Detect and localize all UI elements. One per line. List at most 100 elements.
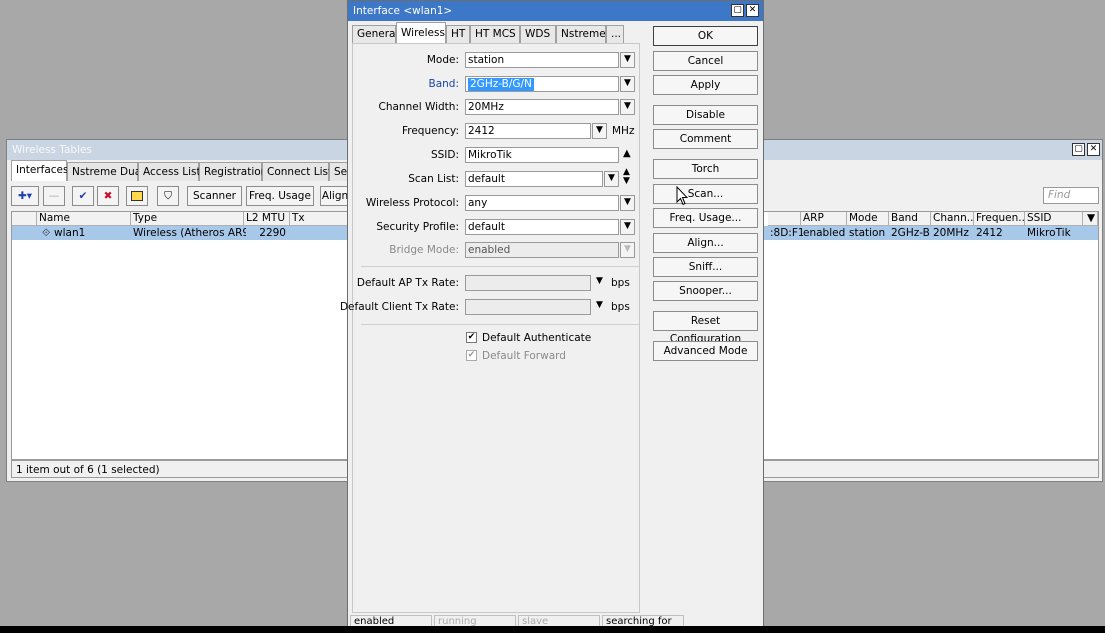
check-icon: ✔ [78, 190, 88, 202]
wireless-tab-panel: Mode: station ▼ Band: 2GHz-B/G/N ▼ Chann… [340, 43, 640, 613]
apply-button[interactable]: Apply [653, 75, 758, 95]
default-ap-tx-rate-label: Default AP Tx Rate: [356, 277, 459, 289]
interface-dialog-titlebar[interactable]: Interface <wlan1> ▢ ✕ [348, 1, 763, 21]
close-icon[interactable]: ✕ [746, 4, 759, 17]
align-button[interactable]: Align [320, 186, 350, 206]
tab-more[interactable]: ... [606, 25, 624, 43]
freq-usage-button[interactable]: Freq. Usage... [653, 208, 758, 228]
filter-button[interactable]: ⛉ [157, 186, 179, 206]
maximize-icon[interactable]: ▢ [731, 4, 744, 17]
tab-access-list[interactable]: Access List [138, 162, 201, 181]
default-authenticate-checkbox[interactable]: ✔ [466, 332, 477, 343]
find-input[interactable]: Find [1043, 187, 1099, 204]
default-ap-tx-rate-unit: bps [611, 277, 630, 289]
tab-connect-list[interactable]: Connect List [262, 162, 332, 181]
enable-button[interactable]: ✔ [72, 186, 94, 206]
up-down-arrows-icon[interactable]: ▲ ▼ [623, 168, 630, 186]
torch-button[interactable]: Torch [653, 159, 758, 179]
tab-wds[interactable]: WDS [520, 25, 556, 43]
disable-button[interactable]: ✖ [97, 186, 119, 206]
default-client-tx-rate-input[interactable] [465, 299, 591, 315]
minus-icon: — [48, 190, 60, 202]
band-select[interactable]: 2GHz-B/G/N [465, 76, 619, 92]
frequency-dropdown-icon[interactable]: ▼ [592, 123, 607, 139]
expand-down-icon[interactable]: ▼ [596, 300, 603, 310]
default-authenticate-label: Default Authenticate [482, 332, 592, 344]
bridge-mode-select[interactable]: enabled [465, 242, 619, 258]
column-header-name[interactable]: Name [37, 212, 131, 226]
column-header-ssid[interactable]: SSID [1025, 212, 1083, 226]
default-ap-tx-rate-input[interactable] [465, 275, 591, 291]
expand-down-icon[interactable]: ▼ [596, 276, 603, 286]
column-header-blank[interactable] [12, 212, 37, 226]
plus-icon: ✚▾ [17, 190, 33, 202]
cell-frequency: 2412 [976, 227, 1003, 239]
column-header-l2mtu[interactable]: L2 MTU [244, 212, 290, 226]
scan-button[interactable]: Scan... [653, 184, 758, 204]
add-button[interactable]: ✚▾ [11, 186, 39, 206]
collapse-up-icon[interactable]: ▲ [623, 148, 631, 159]
filter-icon: ⛉ [164, 190, 172, 202]
separator [361, 266, 639, 267]
wireless-protocol-select[interactable]: any [465, 195, 619, 211]
comment-button[interactable]: Comment [653, 129, 758, 149]
cell-mode: station [849, 227, 886, 239]
ok-button[interactable]: OK [653, 26, 758, 46]
scan-list-dropdown-icon[interactable]: ▼ [604, 171, 619, 187]
column-header-type[interactable]: Type [131, 212, 244, 226]
close-icon[interactable]: ✕ [1087, 143, 1100, 156]
comment-button[interactable] [126, 186, 148, 206]
disable-button[interactable]: Disable [653, 105, 758, 125]
reset-configuration-button[interactable]: Reset Configuration [653, 311, 758, 345]
wireless-protocol-dropdown-icon[interactable]: ▼ [620, 195, 635, 211]
freq-usage-button[interactable]: Freq. Usage [246, 186, 314, 206]
tab-ht[interactable]: HT [446, 25, 470, 43]
band-label: Band: [428, 78, 460, 90]
tab-nstreme[interactable]: Nstreme [556, 25, 606, 43]
column-header-arp[interactable]: ARP [801, 212, 847, 226]
mode-dropdown-icon[interactable]: ▼ [620, 52, 635, 68]
mouse-cursor-icon [676, 186, 688, 206]
remove-button[interactable]: — [43, 186, 65, 206]
advanced-mode-button[interactable]: Advanced Mode [653, 341, 758, 361]
tab-wireless[interactable]: Wireless [396, 22, 446, 44]
cell-channel: 20MHz [933, 227, 969, 239]
snooper-button[interactable]: Snooper... [653, 281, 758, 301]
band-dropdown-icon[interactable]: ▼ [620, 76, 635, 92]
column-header-mac[interactable] [768, 212, 801, 226]
tab-nstreme-dual[interactable]: Nstreme Dual [67, 162, 144, 181]
channel-width-label: Channel Width: [378, 101, 460, 113]
wireless-protocol-label: Wireless Protocol: [365, 197, 459, 209]
cell-arp: enabled [803, 227, 846, 239]
tab-registration[interactable]: Registration [199, 162, 267, 181]
cell-mac: :8D:F1 [770, 227, 803, 239]
column-header-band[interactable]: Band [889, 212, 931, 226]
maximize-icon[interactable]: ▢ [1072, 143, 1085, 156]
align-button[interactable]: Align... [653, 233, 758, 253]
default-client-tx-rate-label: Default Client Tx Rate: [339, 301, 459, 313]
scanner-button[interactable]: Scanner [187, 186, 242, 206]
tab-general[interactable]: General [352, 25, 398, 43]
bridge-mode-dropdown-icon[interactable]: ▼ [620, 242, 635, 258]
cell-l2mtu: 2290 [259, 227, 286, 239]
channel-width-select[interactable]: 20MHz [465, 99, 619, 115]
sniff-button[interactable]: Sniff... [653, 257, 758, 277]
frequency-unit: MHz [612, 125, 635, 137]
column-menu-icon[interactable]: ▼ [1083, 212, 1098, 226]
column-header-mode[interactable]: Mode [847, 212, 889, 226]
bridge-mode-label: Bridge Mode: [389, 244, 459, 256]
tab-interfaces[interactable]: Interfaces [11, 160, 68, 181]
default-forward-checkbox[interactable]: ✔ [466, 350, 477, 361]
security-profile-dropdown-icon[interactable]: ▼ [620, 219, 635, 235]
column-header-channel[interactable]: Chann... [931, 212, 974, 226]
ssid-input[interactable]: MikroTik [465, 147, 619, 163]
channel-width-dropdown-icon[interactable]: ▼ [620, 99, 635, 115]
column-header-frequency[interactable]: Frequen... [974, 212, 1025, 226]
security-profile-select[interactable]: default [465, 219, 619, 235]
scan-list-select[interactable]: default [465, 171, 603, 187]
frequency-select[interactable]: 2412 [465, 123, 591, 139]
tab-ht-mcs[interactable]: HT MCS [470, 25, 520, 43]
mode-select[interactable]: station [465, 52, 619, 68]
cancel-button[interactable]: Cancel [653, 51, 758, 71]
column-header-tx[interactable]: Tx [290, 212, 352, 226]
